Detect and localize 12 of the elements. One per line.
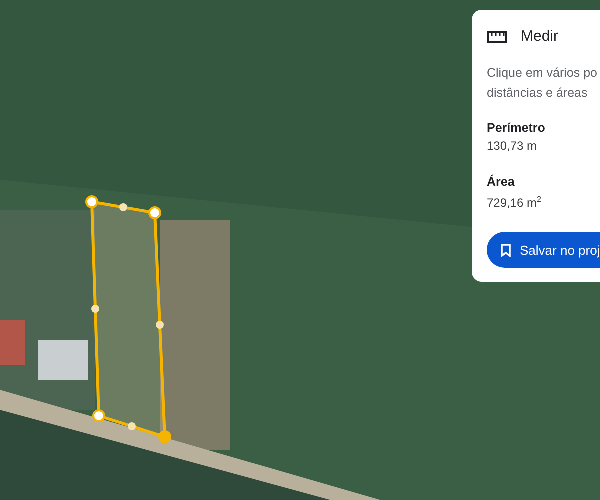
building-roof: [0, 320, 25, 365]
save-button[interactable]: Salvar no proj: [487, 232, 600, 268]
building-roof: [38, 340, 88, 380]
measurement-label: Perímetro: [487, 120, 546, 137]
ruler-icon: [487, 30, 507, 42]
bookmark-icon: [501, 244, 511, 256]
measurement-label: Área: [487, 174, 516, 191]
measurement-value: 729,16 m$^{2}$: [487, 194, 542, 212]
instruction-text: Clique em vários po distâncias e áreas: [487, 65, 598, 102]
measurement-value: 130,73 m: [487, 138, 538, 155]
measured-polygon[interactable]: [86, 196, 172, 444]
panel-title: Medir: [521, 28, 559, 45]
